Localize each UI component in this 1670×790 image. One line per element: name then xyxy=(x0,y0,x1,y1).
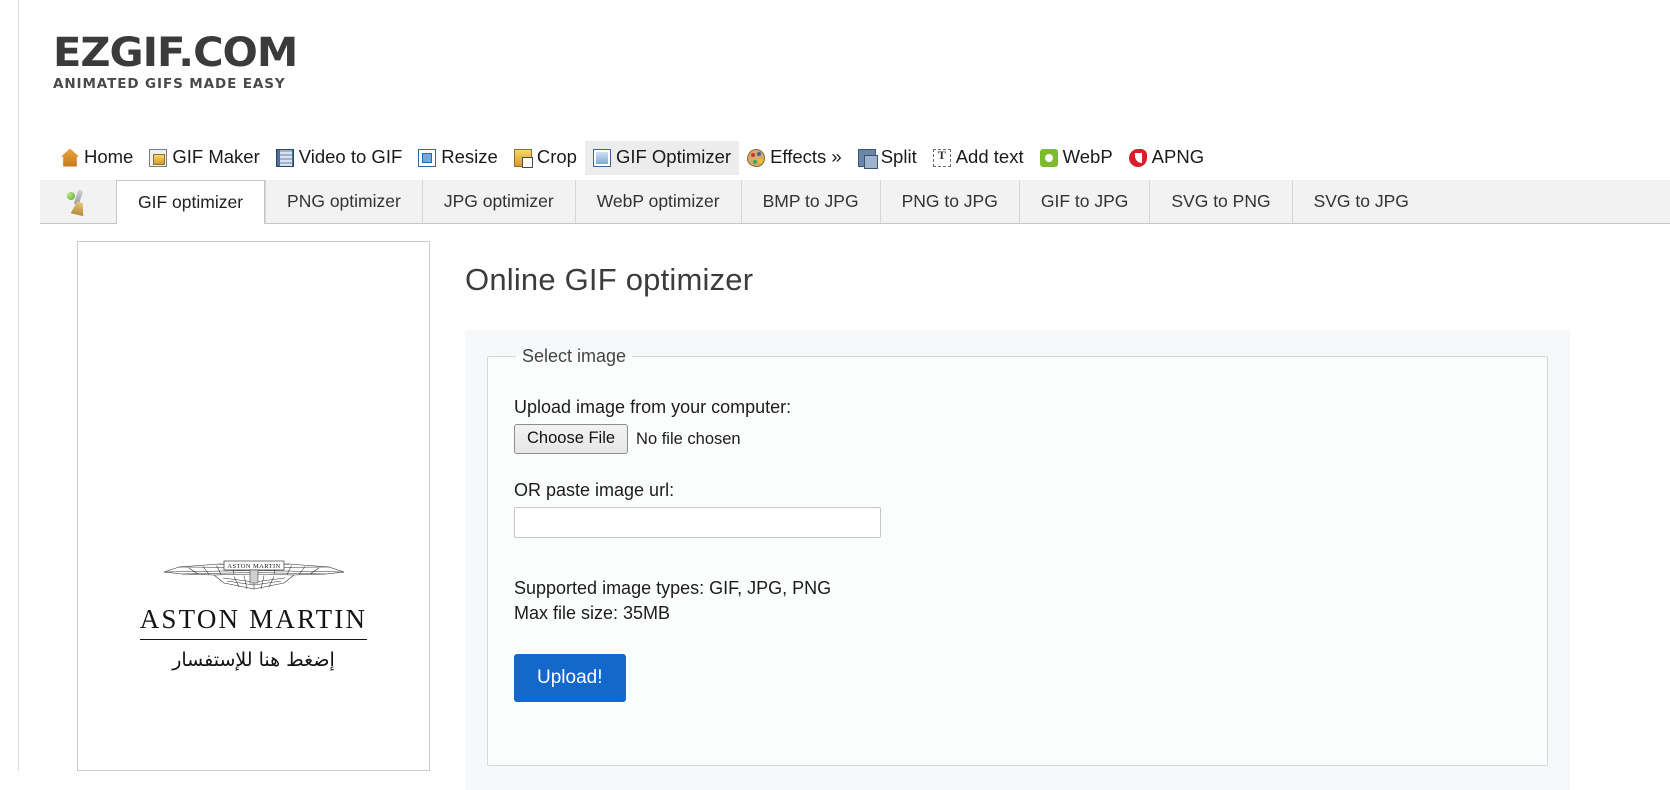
upload-button[interactable]: Upload! xyxy=(514,654,626,703)
max-file-size-text: Max file size: 35MB xyxy=(514,603,671,624)
nav-item-home[interactable]: Home xyxy=(53,141,141,175)
gif-maker-icon xyxy=(149,148,168,167)
main-content: Online GIF optimizer Select image Upload… xyxy=(465,241,1590,790)
page-left-gutter xyxy=(0,0,19,771)
subtab-label: SVG to JPG xyxy=(1313,191,1409,211)
ad-content: ASTON MARTIN ASTON MARTIN إضغط هنا للإست… xyxy=(78,552,429,671)
subtab-label: JPG optimizer xyxy=(443,191,554,211)
logo-tagline: ANIMATED GIFS MADE EASY xyxy=(53,76,286,92)
subtab-label: PNG optimizer xyxy=(287,191,401,211)
subtab-label: BMP to JPG xyxy=(762,191,859,211)
nav-item-webp[interactable]: WebP xyxy=(1032,141,1121,175)
subtab-label: GIF optimizer xyxy=(138,191,244,212)
image-url-input[interactable] xyxy=(514,507,881,538)
select-image-legend: Select image xyxy=(522,346,627,366)
split-icon xyxy=(857,148,878,169)
subtab-svg-to-png[interactable]: SVG to PNG xyxy=(1149,180,1292,223)
upload-form-panel: Select image Upload image from your comp… xyxy=(465,330,1570,790)
broom-icon xyxy=(63,188,93,216)
ad-arabic-cta[interactable]: إضغط هنا للإستفسار xyxy=(78,649,429,671)
select-image-fieldset: Select image Upload image from your comp… xyxy=(487,346,1548,766)
supported-types-text: Supported image types: GIF, JPG, PNG xyxy=(514,578,832,598)
subtab-png-to-jpg[interactable]: PNG to JPG xyxy=(879,180,1019,223)
nav-label: Resize xyxy=(441,146,498,168)
nav-label: WebP xyxy=(1062,146,1113,168)
add-text-icon xyxy=(932,148,951,167)
subnav-icon-cell xyxy=(40,180,116,223)
file-chooser-row: Choose File No file chosen xyxy=(514,424,1521,454)
nav-label: Home xyxy=(84,146,134,168)
subtab-webp-optimizer[interactable]: WebP optimizer xyxy=(574,180,741,223)
nav-label: Video to GIF xyxy=(298,146,403,168)
nav-item-apng[interactable]: APNG xyxy=(1121,141,1212,175)
choose-file-button[interactable]: Choose File xyxy=(514,424,629,454)
ad-brand-name: ASTON MARTIN xyxy=(139,604,368,640)
subtab-gif-optimizer[interactable]: GIF optimizer xyxy=(116,180,266,224)
home-icon xyxy=(61,148,79,167)
effects-palette-icon xyxy=(747,148,766,167)
nav-label: APNG xyxy=(1151,146,1205,168)
nav-label: Crop xyxy=(536,146,577,168)
nav-item-gif-optimizer[interactable]: GIF Optimizer xyxy=(584,141,740,175)
subtab-bmp-to-jpg[interactable]: BMP to JPG xyxy=(740,180,880,223)
nav-item-effects[interactable]: Effects » xyxy=(739,141,850,175)
apng-icon xyxy=(1128,148,1147,167)
page-root: EZGIF.COM ANIMATED GIFS MADE EASY Home G… xyxy=(20,0,1670,790)
resize-icon xyxy=(418,148,437,167)
subtab-jpg-optimizer[interactable]: JPG optimizer xyxy=(421,180,575,223)
nav-label: Add text xyxy=(955,146,1024,168)
svg-text:ASTON MARTIN: ASTON MARTIN xyxy=(227,563,280,570)
nav-label: GIF Maker xyxy=(172,146,260,168)
subtab-label: PNG to JPG xyxy=(901,191,998,211)
nav-label: Effects » xyxy=(770,146,842,168)
subtab-svg-to-jpg[interactable]: SVG to JPG xyxy=(1291,180,1430,223)
page-title: Online GIF optimizer xyxy=(465,262,754,297)
subtab-png-optimizer[interactable]: PNG optimizer xyxy=(265,180,422,223)
upload-from-computer-label: Upload image from your computer: xyxy=(514,397,792,417)
subtab-label: WebP optimizer xyxy=(596,191,720,211)
main-navigation: Home GIF Maker Video to GIF Resize Crop … xyxy=(53,139,1212,177)
subtab-gif-to-jpg[interactable]: GIF to JPG xyxy=(1018,180,1150,223)
logo-wordmark: EZGIF.COM xyxy=(53,30,298,76)
nav-label: Split xyxy=(880,146,917,168)
subtab-label: GIF to JPG xyxy=(1040,191,1129,211)
webp-icon xyxy=(1039,148,1058,167)
subtab-label: SVG to PNG xyxy=(1171,191,1271,211)
aston-martin-wings-logo: ASTON MARTIN xyxy=(163,560,344,590)
sub-navigation-tabs: GIF optimizer PNG optimizer JPG optimize… xyxy=(40,180,1670,224)
nav-item-resize[interactable]: Resize xyxy=(410,141,506,175)
site-logo[interactable]: EZGIF.COM ANIMATED GIFS MADE EASY xyxy=(53,33,343,92)
nav-label: GIF Optimizer xyxy=(615,146,732,168)
gif-optimizer-icon xyxy=(592,148,611,167)
video-to-gif-icon xyxy=(275,148,294,167)
nav-item-video-to-gif[interactable]: Video to GIF xyxy=(268,141,411,175)
crop-icon xyxy=(513,148,533,168)
nav-item-split[interactable]: Split xyxy=(850,141,925,175)
paste-url-label: OR paste image url: xyxy=(514,480,675,500)
nav-item-crop[interactable]: Crop xyxy=(506,141,585,175)
advertisement-panel[interactable]: ASTON MARTIN ASTON MARTIN إضغط هنا للإست… xyxy=(77,241,430,771)
nav-item-add-text[interactable]: Add text xyxy=(925,141,1032,175)
nav-item-gif-maker[interactable]: GIF Maker xyxy=(141,141,267,175)
file-status-text: No file chosen xyxy=(636,429,741,448)
